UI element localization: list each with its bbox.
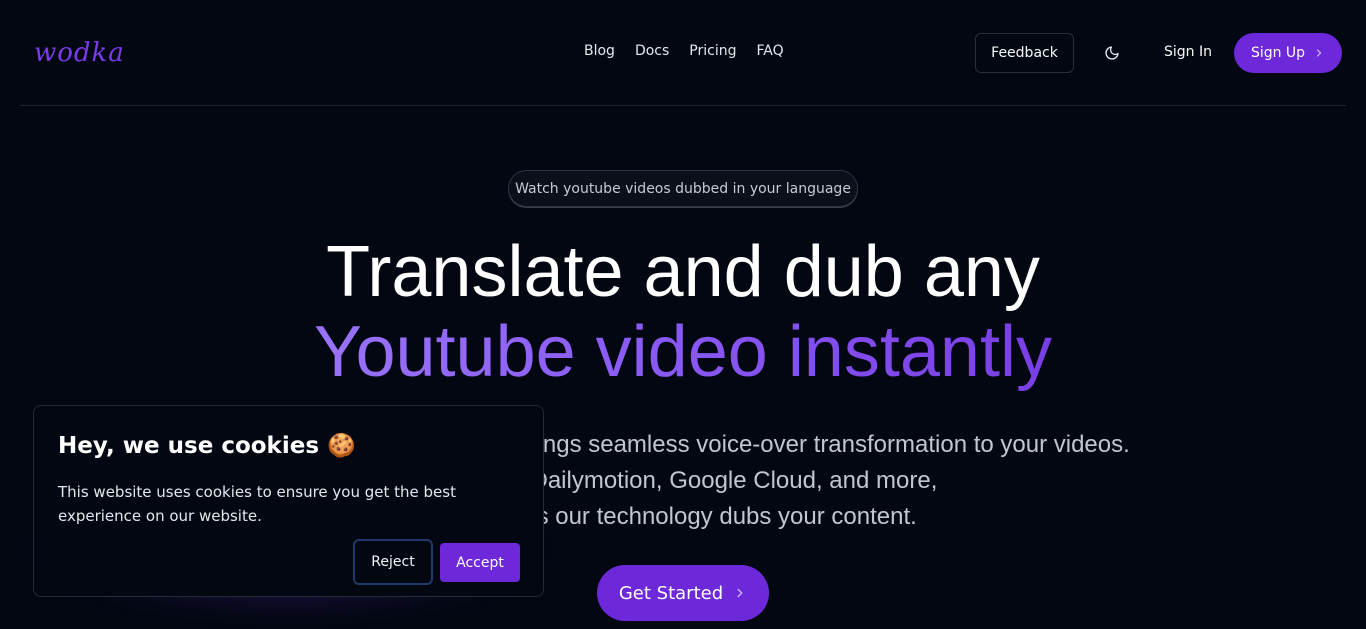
chevron-right-icon [1316, 49, 1322, 57]
feedback-button[interactable]: Feedback [975, 33, 1074, 73]
hero-title-line1: Translate and dub any [326, 232, 1040, 312]
main-nav: Blog Docs Pricing FAQ [584, 43, 784, 59]
get-started-button[interactable]: Get Started [597, 565, 769, 621]
nav-docs[interactable]: Docs [635, 43, 669, 59]
cookie-dialog: Hey, we use cookies 🍪 This website uses … [33, 405, 544, 597]
nav-blog[interactable]: Blog [584, 43, 615, 59]
get-started-label: Get Started [618, 582, 724, 604]
hero-title-line2: Youtube video instantly [0, 312, 1366, 392]
moon-icon [1105, 46, 1119, 60]
chevron-right-icon [737, 588, 743, 598]
hero-title: Translate and dub any Youtube video inst… [0, 232, 1366, 392]
site-header: wodka Blog Docs Pricing FAQ Feedback Sig… [20, 0, 1346, 106]
sign-up-label: Sign Up [1250, 45, 1306, 61]
wodka-logo[interactable]: wodka [34, 38, 125, 68]
cookie-title: Hey, we use cookies 🍪 [58, 433, 356, 459]
reject-button[interactable]: Reject [353, 539, 433, 585]
nav-faq[interactable]: FAQ [757, 43, 784, 59]
sign-in-link[interactable]: Sign In [1164, 44, 1212, 60]
landing-page: wodka Blog Docs Pricing FAQ Feedback Sig… [0, 0, 1366, 629]
accept-button[interactable]: Accept [440, 543, 520, 582]
nav-pricing[interactable]: Pricing [689, 43, 736, 59]
cookie-text: This website uses cookies to ensure you … [58, 483, 456, 525]
theme-toggle-button[interactable] [1099, 40, 1125, 66]
sign-up-button[interactable]: Sign Up [1234, 33, 1342, 73]
announcement-pill[interactable]: Watch youtube videos dubbed in your lang… [508, 170, 858, 207]
